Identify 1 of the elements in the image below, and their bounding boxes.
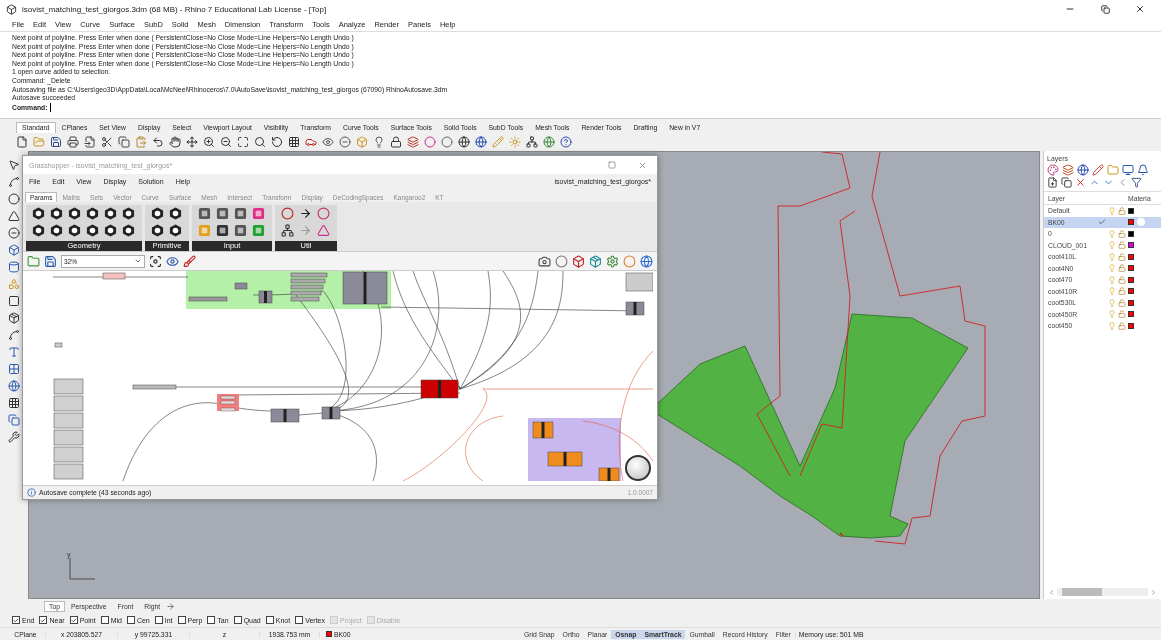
window-title: isovist_matching_test_giorgos.3dm (68 MB) - Rhino 7 Educational Lab License - [Top] xyxy=(22,4,328,14)
